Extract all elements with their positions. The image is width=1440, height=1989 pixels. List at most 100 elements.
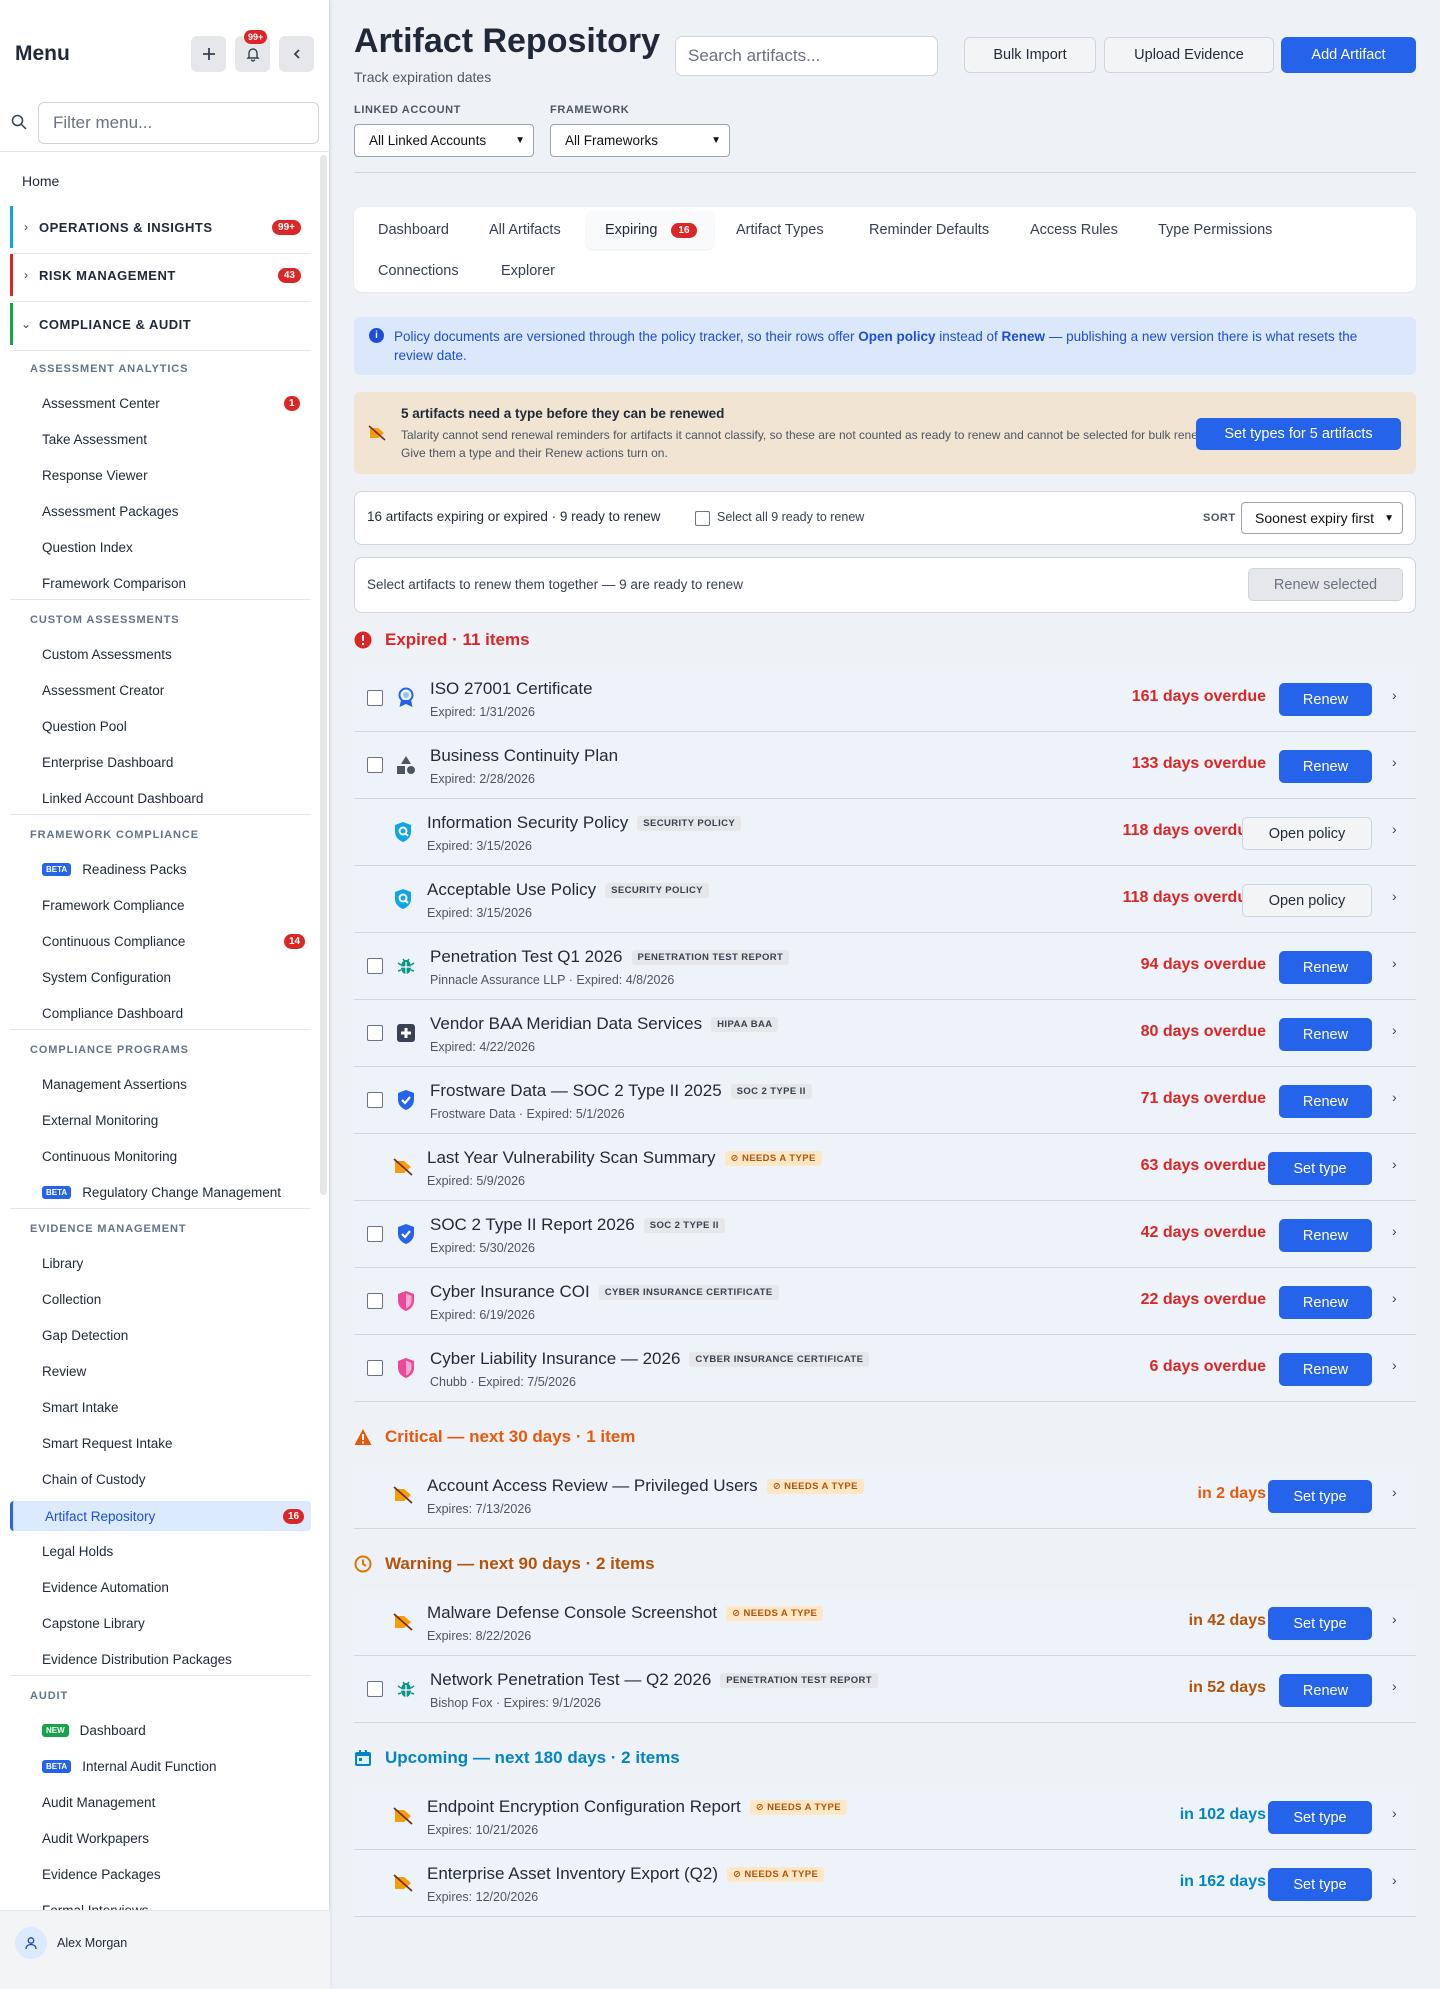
artifact-row[interactable]: Information Security Policy SECURITY POLI… [354, 799, 1416, 866]
set-type-button[interactable]: Set type [1268, 1480, 1372, 1513]
sidebar-item-assessment-creator[interactable]: Assessment Creator [42, 683, 164, 698]
renew-button[interactable]: Renew [1279, 683, 1372, 716]
artifact-row[interactable]: Vendor BAA Meridian Data Services HIPAA B… [354, 1000, 1416, 1067]
row-checkbox[interactable] [367, 690, 383, 706]
chevron-right-icon[interactable]: › [1392, 1611, 1397, 1627]
row-checkbox[interactable] [367, 757, 383, 773]
tab-explorer[interactable]: Explorer [501, 263, 555, 279]
set-type-button[interactable]: Set type [1268, 1868, 1372, 1901]
sidebar-item-readiness-packs[interactable]: BETA Readiness Packs [42, 862, 187, 877]
nav-home[interactable]: Home [22, 173, 59, 189]
row-checkbox[interactable] [367, 958, 383, 974]
artifact-row[interactable]: Account Access Review — Privileged Users… [354, 1462, 1416, 1529]
set-types-button[interactable]: Set types for 5 artifacts [1196, 418, 1401, 450]
add-button[interactable] [191, 36, 226, 72]
chevron-right-icon[interactable]: › [1392, 1678, 1397, 1694]
sidebar-item-enterprise-dashboard[interactable]: Enterprise Dashboard [42, 755, 173, 770]
sort-select[interactable]: Soonest expiry first ▼ [1241, 502, 1403, 534]
notifications-button[interactable]: 99+ [235, 30, 270, 72]
chevron-right-icon[interactable]: › [1392, 888, 1397, 904]
artifact-row[interactable]: Cyber Liability Insurance — 2026 CYBER IN… [354, 1335, 1416, 1402]
artifact-row[interactable]: Malware Defense Console Screenshot ⊘ NEED… [354, 1589, 1416, 1656]
sidebar-item-continuous-monitoring[interactable]: Continuous Monitoring [42, 1149, 177, 1164]
renew-button[interactable]: Renew [1279, 1353, 1372, 1386]
bulk-import-button[interactable]: Bulk Import [964, 37, 1096, 73]
renew-button[interactable]: Renew [1279, 1674, 1372, 1707]
upload-evidence-button[interactable]: Upload Evidence [1104, 37, 1274, 73]
sidebar-item-legal-holds[interactable]: Legal Holds [42, 1544, 113, 1559]
renew-button[interactable]: Renew [1279, 750, 1372, 783]
select-all-label[interactable]: Select all 9 ready to renew [717, 510, 864, 524]
framework-select[interactable]: All Frameworks ▼ [550, 124, 730, 157]
renew-button[interactable]: Renew [1279, 951, 1372, 984]
sidebar-item-formal-interviews[interactable]: Formal Interviews [42, 1903, 149, 1910]
sidebar-scrollbar[interactable] [320, 155, 327, 1195]
renew-button[interactable]: Renew [1279, 1018, 1372, 1051]
set-type-button[interactable]: Set type [1268, 1152, 1372, 1185]
sidebar-item-smart-intake[interactable]: Smart Intake [42, 1400, 119, 1415]
artifact-row[interactable]: Penetration Test Q1 2026 PENETRATION TEST… [354, 933, 1416, 1000]
chevron-right-icon[interactable]: › [1392, 687, 1397, 703]
select-all-checkbox[interactable] [695, 511, 710, 526]
sidebar-item-system-configuration[interactable]: System Configuration [42, 970, 171, 985]
tab-reminder-defaults[interactable]: Reminder Defaults [869, 222, 989, 238]
sidebar-item-external-monitoring[interactable]: External Monitoring [42, 1113, 158, 1128]
renew-button[interactable]: Renew [1279, 1219, 1372, 1252]
row-checkbox[interactable] [367, 1360, 383, 1376]
tab-access-rules[interactable]: Access Rules [1030, 222, 1118, 238]
renew-button[interactable]: Renew [1279, 1286, 1372, 1319]
artifact-row[interactable]: Enterprise Asset Inventory Export (Q2) ⊘ … [354, 1850, 1416, 1917]
sidebar-item-assessment-center[interactable]: Assessment Center 1 [42, 396, 300, 411]
open-policy-button[interactable]: Open policy [1242, 884, 1372, 917]
sidebar-item-gap-detection[interactable]: Gap Detection [42, 1328, 128, 1343]
sidebar-item-artifact-repository[interactable]: Artifact Repository 16 [10, 1501, 311, 1531]
renew-selected-button[interactable]: Renew selected [1248, 568, 1403, 601]
sidebar-item-review[interactable]: Review [42, 1364, 86, 1379]
nav-group-risk-management[interactable]: › RISK MANAGEMENT 43 [10, 254, 311, 296]
set-type-button[interactable]: Set type [1268, 1607, 1372, 1640]
sidebar-item-internal-audit-function[interactable]: BETA Internal Audit Function [42, 1759, 217, 1774]
sidebar-item-framework-compliance[interactable]: Framework Compliance [42, 898, 185, 913]
sidebar-item-management-assertions[interactable]: Management Assertions [42, 1077, 187, 1092]
chevron-right-icon[interactable]: › [1392, 1290, 1397, 1306]
chevron-right-icon[interactable]: › [1392, 1805, 1397, 1821]
row-checkbox[interactable] [367, 1092, 383, 1108]
sidebar-item-evidence-automation[interactable]: Evidence Automation [42, 1580, 169, 1595]
nav-group-compliance-audit[interactable]: ⌄ COMPLIANCE & AUDIT [10, 303, 311, 345]
sidebar-item-capstone-library[interactable]: Capstone Library [42, 1616, 145, 1631]
chevron-right-icon[interactable]: › [1392, 1357, 1397, 1373]
sidebar-item-response-viewer[interactable]: Response Viewer [42, 468, 148, 483]
sidebar-item-custom-assessments[interactable]: Custom Assessments [42, 647, 172, 662]
artifact-row[interactable]: Network Penetration Test — Q2 2026 PENETR… [354, 1656, 1416, 1723]
sidebar-item-question-index[interactable]: Question Index [42, 540, 133, 555]
chevron-right-icon[interactable]: › [1392, 955, 1397, 971]
tab-connections[interactable]: Connections [378, 263, 459, 279]
sidebar-item-question-pool[interactable]: Question Pool [42, 719, 127, 734]
artifact-row[interactable]: Cyber Insurance COI CYBER INSURANCE CERTI… [354, 1268, 1416, 1335]
sidebar-item-continuous-compliance[interactable]: Continuous Compliance 14 [42, 934, 306, 949]
artifact-row[interactable]: Endpoint Encryption Configuration Report… [354, 1783, 1416, 1850]
sidebar-item-framework-comparison[interactable]: Framework Comparison [42, 576, 186, 591]
chevron-right-icon[interactable]: › [1392, 1022, 1397, 1038]
sidebar-item-library[interactable]: Library [42, 1256, 83, 1271]
sidebar-item-assessment-packages[interactable]: Assessment Packages [42, 504, 179, 519]
tab-all-artifacts[interactable]: All Artifacts [489, 222, 561, 238]
chevron-right-icon[interactable]: › [1392, 821, 1397, 837]
sidebar-item-audit-workpapers[interactable]: Audit Workpapers [42, 1831, 149, 1846]
sidebar-item-dashboard[interactable]: NEW Dashboard [42, 1723, 146, 1738]
sidebar-item-collection[interactable]: Collection [42, 1292, 101, 1307]
search-input[interactable] [675, 36, 938, 76]
renew-button[interactable]: Renew [1279, 1085, 1372, 1118]
chevron-right-icon[interactable]: › [1392, 754, 1397, 770]
collapse-sidebar-button[interactable] [279, 36, 314, 72]
nav-group-operations-insights[interactable]: › OPERATIONS & INSIGHTS 99+ [10, 206, 311, 248]
sidebar-item-linked-account-dashboard[interactable]: Linked Account Dashboard [42, 791, 203, 806]
sidebar-item-evidence-packages[interactable]: Evidence Packages [42, 1867, 161, 1882]
add-artifact-button[interactable]: Add Artifact [1281, 37, 1416, 73]
sidebar-item-take-assessment[interactable]: Take Assessment [42, 432, 147, 447]
set-type-button[interactable]: Set type [1268, 1801, 1372, 1834]
row-checkbox[interactable] [367, 1025, 383, 1041]
tab-type-permissions[interactable]: Type Permissions [1158, 222, 1272, 238]
chevron-right-icon[interactable]: › [1392, 1223, 1397, 1239]
tab-dashboard[interactable]: Dashboard [378, 222, 449, 238]
